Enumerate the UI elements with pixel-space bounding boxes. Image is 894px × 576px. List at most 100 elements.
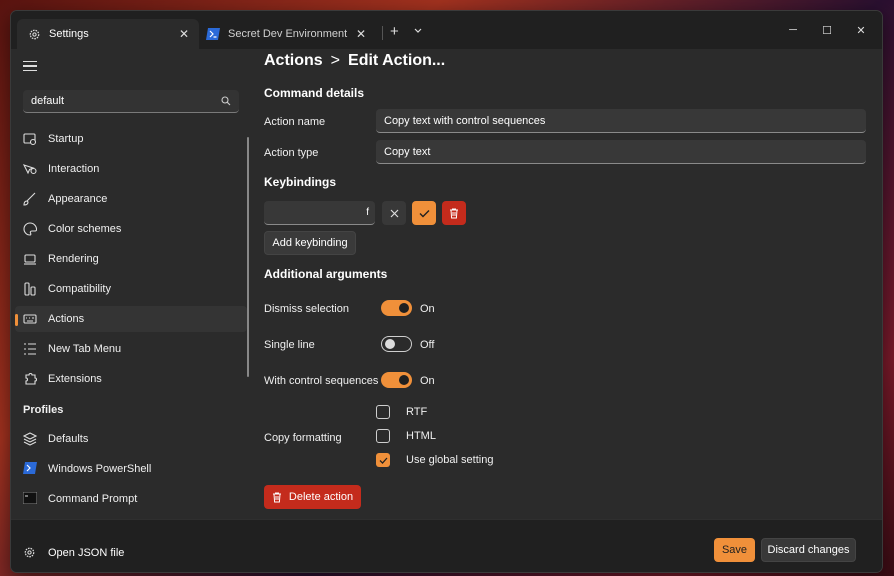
sidebar-item-actions[interactable]: Actions: [15, 306, 247, 332]
brush-icon: [23, 192, 37, 206]
powershell-icon: [206, 27, 220, 41]
sidebar-item-interaction[interactable]: Interaction: [15, 156, 247, 182]
content-area: default Startup Interaction Appearance C…: [11, 49, 882, 572]
discard-changes-button[interactable]: Discard changes: [761, 538, 856, 562]
keybinding-input[interactable]: f: [264, 201, 375, 225]
sidebar-item-label: Appearance: [48, 193, 108, 205]
action-type-dropdown[interactable]: Copy text: [376, 140, 866, 164]
breadcrumb-edit-action: Edit Action...: [348, 52, 446, 69]
sidebar-item-label: New Tab Menu: [48, 343, 122, 355]
tab-label: Secret Dev Environment: [228, 28, 348, 40]
toggle-knob: [399, 375, 409, 385]
sidebar-item-label: Windows PowerShell: [48, 463, 152, 475]
open-json-button[interactable]: Open JSON file: [23, 546, 124, 559]
checkbox-rtf-label: RTF: [406, 406, 428, 418]
control-sequences-label: With control sequences: [264, 375, 379, 387]
maximize-button[interactable]: ☐: [813, 21, 841, 39]
new-tab-button[interactable]: +: [390, 23, 399, 40]
interaction-icon: [22, 162, 37, 176]
checkbox-html-label: HTML: [406, 430, 436, 442]
sidebar-item-extensions[interactable]: Extensions: [15, 366, 247, 392]
trash-icon: [272, 492, 281, 502]
sidebar-item-new-tab-menu[interactable]: New Tab Menu: [15, 336, 247, 362]
trash-icon: [450, 208, 458, 218]
sidebar-item-compatibility[interactable]: Compatibility: [15, 276, 247, 302]
sidebar-item-command-prompt[interactable]: Command Prompt: [15, 486, 247, 512]
sidebar-item-label: Extensions: [48, 373, 102, 385]
copy-formatting-label: Copy formatting: [264, 432, 342, 444]
toggle-knob: [399, 303, 409, 313]
sidebar: default Startup Interaction Appearance C…: [11, 49, 251, 519]
sidebar-item-label: Compatibility: [48, 283, 111, 295]
sidebar-item-rendering[interactable]: Rendering: [15, 246, 247, 272]
control-sequences-state: On: [420, 375, 435, 387]
chevron-down-icon[interactable]: [412, 24, 426, 38]
search-input[interactable]: default: [23, 90, 239, 113]
sidebar-item-label: Defaults: [48, 433, 89, 445]
close-tab-icon[interactable]: ✕: [352, 27, 370, 41]
gear-icon: [24, 547, 35, 558]
open-json-label: Open JSON file: [48, 546, 125, 559]
sidebar-item-windows-powershell[interactable]: Windows PowerShell: [15, 456, 247, 482]
close-icon: [390, 209, 398, 217]
additional-arguments-heading: Additional arguments: [264, 267, 388, 281]
divider: [382, 26, 383, 40]
profiles-heading: Profiles: [23, 404, 64, 416]
sidebar-item-label: Actions: [48, 313, 85, 325]
tab-label: Settings: [49, 28, 89, 40]
checkbox-rtf[interactable]: [376, 405, 390, 419]
checkbox-html[interactable]: [376, 429, 390, 443]
compatibility-icon: [23, 282, 37, 296]
breadcrumb-actions[interactable]: Actions: [264, 52, 323, 69]
sidebar-item-startup[interactable]: Startup: [15, 126, 247, 152]
list-icon: [23, 342, 37, 356]
hamburger-menu-icon[interactable]: [23, 61, 37, 72]
selection-indicator: [15, 314, 18, 326]
close-tab-icon[interactable]: ✕: [175, 27, 193, 41]
delete-action-button[interactable]: Delete action: [264, 485, 361, 509]
dismiss-selection-toggle[interactable]: [381, 300, 412, 316]
action-name-label: Action name: [264, 116, 326, 128]
add-keybinding-button[interactable]: Add keybinding: [264, 231, 356, 255]
palette-icon: [23, 222, 38, 236]
sidebar-item-defaults[interactable]: Defaults: [15, 426, 247, 452]
single-line-toggle[interactable]: [381, 336, 412, 352]
search-input-value: default: [31, 95, 65, 107]
breadcrumb-separator: >: [330, 52, 341, 69]
checkmark-icon: [379, 457, 387, 464]
puzzle-icon: [23, 372, 37, 386]
keyboard-icon: [23, 312, 37, 326]
search-icon: [221, 96, 231, 106]
startup-icon: [23, 132, 37, 146]
keybindings-heading: Keybindings: [264, 175, 337, 189]
cancel-keybinding-button[interactable]: [382, 201, 406, 225]
close-window-button[interactable]: ✕: [847, 21, 875, 39]
action-name-field[interactable]: Copy text with control sequences: [376, 109, 866, 133]
title-bar: Settings ✕ Secret Dev Environment ✕ + ─ …: [11, 11, 882, 49]
footer: Open JSON file Save Discard changes: [11, 519, 882, 572]
tab-settings[interactable]: Settings ✕: [17, 19, 199, 49]
dismiss-selection-state: On: [420, 303, 435, 315]
sidebar-scrollbar[interactable]: [247, 137, 249, 377]
checkmark-icon: [419, 209, 429, 217]
edit-action-panel: Actions > Edit Action... Command details A…: [264, 49, 869, 519]
save-button[interactable]: Save: [714, 538, 755, 562]
checkbox-use-global-setting[interactable]: [376, 453, 390, 467]
powershell-icon: [23, 462, 37, 476]
tab-secret-dev-environment[interactable]: Secret Dev Environment ✕: [203, 19, 376, 49]
accept-keybinding-button[interactable]: [412, 201, 436, 225]
sidebar-item-appearance[interactable]: Appearance: [15, 186, 247, 212]
toggle-knob: [385, 339, 395, 349]
delete-action-label: Delete action: [288, 491, 354, 503]
minimize-button[interactable]: ─: [779, 21, 807, 39]
checkbox-use-global-setting-label: Use global setting: [406, 454, 494, 466]
command-details-heading: Command details: [264, 86, 365, 100]
breadcrumb: Actions > Edit Action...: [264, 52, 445, 70]
sidebar-item-label: Rendering: [48, 253, 99, 265]
control-sequences-toggle[interactable]: [381, 372, 412, 388]
action-type-label: Action type: [264, 147, 319, 159]
delete-keybinding-button[interactable]: [442, 201, 466, 225]
sidebar-item-label: Interaction: [48, 163, 100, 175]
sidebar-item-color-schemes[interactable]: Color schemes: [15, 216, 247, 242]
monitor-icon: [23, 252, 37, 266]
